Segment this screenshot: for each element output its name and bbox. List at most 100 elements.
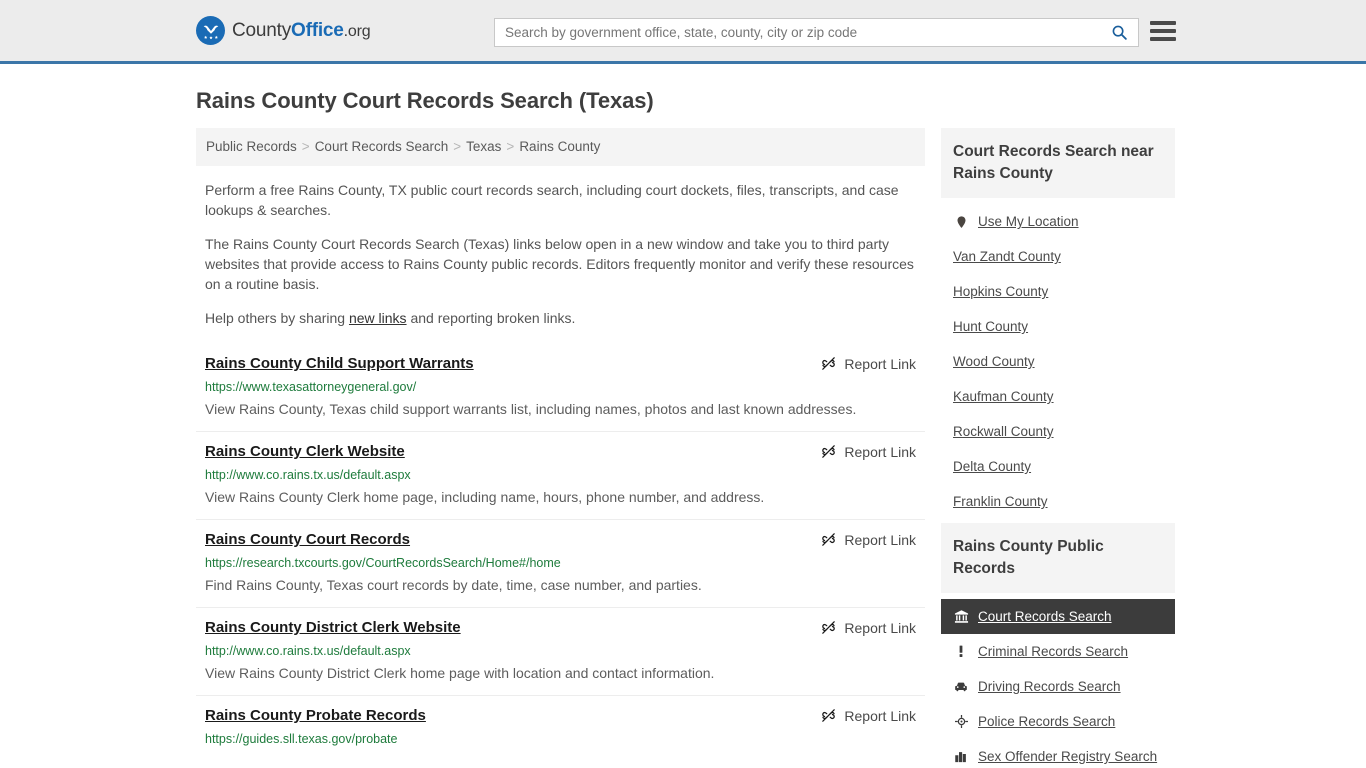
result-header: Rains County Court Records Report Link [205, 530, 916, 550]
map-pin-icon [953, 214, 969, 230]
report-link-button[interactable]: Report Link [820, 355, 916, 372]
report-link-label: Report Link [844, 619, 916, 636]
broken-link-icon [820, 707, 837, 724]
site-logo[interactable]: CountyOffice.org [196, 16, 371, 45]
intro-paragraph-3: Help others by sharing new links and rep… [196, 308, 925, 328]
eagle-stars-logo-icon [196, 16, 225, 45]
nearby-item-wood-county[interactable]: Wood County [941, 344, 1175, 379]
public-records-item-criminal-records-search[interactable]: Criminal Records Search [941, 634, 1175, 669]
breadcrumb-separator: > [301, 139, 310, 154]
hamburger-bar [1150, 29, 1176, 33]
nearby-item-label: Use My Location [978, 214, 1079, 229]
exclamation-icon [953, 644, 969, 660]
result-url: https://research.txcourts.gov/CourtRecor… [205, 556, 561, 570]
result-header: Rains County District Clerk Website Repor… [205, 618, 916, 638]
search-button[interactable] [1100, 19, 1138, 46]
breadcrumb-item-1[interactable]: Court Records Search [315, 139, 449, 154]
breadcrumb-item-3[interactable]: Rains County [519, 139, 600, 154]
result-title-link[interactable]: Rains County Probate Records [205, 706, 426, 726]
breadcrumb-item-0[interactable]: Public Records [206, 139, 297, 154]
nearby-item-van-zandt-county[interactable]: Van Zandt County [941, 239, 1175, 274]
nearby-item-kaufman-county[interactable]: Kaufman County [941, 379, 1175, 414]
buildings-icon [953, 749, 969, 765]
result-description: View Rains County, Texas child support w… [205, 401, 857, 417]
result-header: Rains County Probate Records Report Link [205, 706, 916, 726]
result-title-link[interactable]: Rains County District Clerk Website [205, 618, 461, 638]
nearby-heading: Court Records Search near Rains County [941, 128, 1175, 198]
page-container: Rains County Court Records Search (Texas… [0, 88, 1366, 768]
nearby-search-box: Court Records Search near Rains County U… [941, 128, 1175, 519]
result-url: http://www.co.rains.tx.us/default.aspx [205, 468, 411, 482]
public-records-item-label: Driving Records Search [978, 679, 1121, 694]
public-records-item-label: Criminal Records Search [978, 644, 1129, 659]
result-url: http://www.co.rains.tx.us/default.aspx [205, 644, 411, 658]
logo-text-org: .org [343, 22, 371, 40]
result-item: Rains County Child Support Warrants Repor… [196, 344, 925, 432]
intro-p3-before: Help others by sharing [205, 310, 349, 326]
nearby-item-delta-county[interactable]: Delta County [941, 449, 1175, 484]
hamburger-bar [1150, 21, 1176, 25]
courthouse-icon [953, 609, 969, 625]
intro-paragraph-2: The Rains County Court Records Search (T… [205, 236, 914, 292]
breadcrumb-separator: > [453, 139, 462, 154]
page-title: Rains County Court Records Search (Texas… [196, 88, 654, 113]
main-content: Public Records > Court Records Search > Texa… [196, 128, 925, 759]
result-item: Rains County Probate Records Report Link h… [196, 696, 925, 759]
police-badge-icon [953, 714, 969, 730]
report-link-button[interactable]: Report Link [820, 531, 916, 548]
sidebar: Court Records Search near Rains County U… [941, 128, 1175, 768]
intro-p3-after: and reporting broken links. [406, 310, 576, 326]
nearby-item-label: Van Zandt County [953, 249, 1061, 264]
result-title-link[interactable]: Rains County Court Records [205, 530, 410, 550]
report-link-label: Report Link [844, 707, 916, 724]
hamburger-menu-icon[interactable] [1150, 21, 1176, 41]
search-bar[interactable] [494, 18, 1139, 47]
logo-text-county: County [232, 19, 292, 41]
nearby-item-label: Delta County [953, 459, 1032, 474]
nearby-item-use-my-location[interactable]: Use My Location [941, 204, 1175, 239]
public-records-item-court-records-search[interactable]: Court Records Search [941, 599, 1175, 634]
nearby-item-hunt-county[interactable]: Hunt County [941, 309, 1175, 344]
report-link-button[interactable]: Report Link [820, 443, 916, 460]
new-links-link[interactable]: new links [349, 310, 407, 326]
nearby-list: Use My Location Van Zandt County Hopkins C… [941, 198, 1175, 519]
result-title-link[interactable]: Rains County Clerk Website [205, 442, 405, 462]
nearby-item-label: Rockwall County [953, 424, 1054, 439]
search-input[interactable] [495, 19, 1100, 46]
result-url: https://www.texasattorneygeneral.gov/ [205, 380, 417, 394]
nearby-item-rockwall-county[interactable]: Rockwall County [941, 414, 1175, 449]
broken-link-icon [820, 531, 837, 548]
car-icon [953, 679, 969, 695]
result-item: Rains County Clerk Website Report Link htt… [196, 432, 925, 520]
nearby-item-hopkins-county[interactable]: Hopkins County [941, 274, 1175, 309]
public-records-item-label: Sex Offender Registry Search [978, 749, 1158, 764]
nearby-item-label: Franklin County [953, 494, 1048, 509]
report-link-button[interactable]: Report Link [820, 619, 916, 636]
hamburger-bar [1150, 37, 1176, 41]
result-description: View Rains County Clerk home page, inclu… [205, 489, 765, 505]
report-link-label: Report Link [844, 443, 916, 460]
intro-paragraph-1: Perform a free Rains County, TX public c… [205, 182, 899, 218]
result-description: View Rains County District Clerk home pa… [205, 665, 715, 681]
report-link-button[interactable]: Report Link [820, 707, 916, 724]
broken-link-icon [820, 619, 837, 636]
report-link-label: Report Link [844, 355, 916, 372]
result-title-link[interactable]: Rains County Child Support Warrants [205, 354, 474, 374]
result-header: Rains County Clerk Website Report Link [205, 442, 916, 462]
nearby-item-franklin-county[interactable]: Franklin County [941, 484, 1175, 519]
result-description: Find Rains County, Texas court records b… [205, 577, 702, 593]
site-header: CountyOffice.org [0, 0, 1366, 64]
result-header: Rains County Child Support Warrants Repor… [205, 354, 916, 374]
breadcrumb-item-2[interactable]: Texas [466, 139, 501, 154]
breadcrumb-separator: > [506, 139, 515, 154]
nearby-item-label: Hunt County [953, 319, 1029, 334]
public-records-item-police-records-search[interactable]: Police Records Search [941, 704, 1175, 739]
broken-link-icon [820, 443, 837, 460]
result-url: https://guides.sll.texas.gov/probate [205, 732, 398, 746]
nearby-item-label: Hopkins County [953, 284, 1049, 299]
public-records-item-driving-records-search[interactable]: Driving Records Search [941, 669, 1175, 704]
breadcrumb: Public Records > Court Records Search > Texa… [196, 128, 925, 166]
site-logo-text: CountyOffice.org [232, 19, 371, 42]
broken-link-icon [820, 355, 837, 372]
public-records-item-sex-offender-registry-search[interactable]: Sex Offender Registry Search [941, 739, 1175, 768]
